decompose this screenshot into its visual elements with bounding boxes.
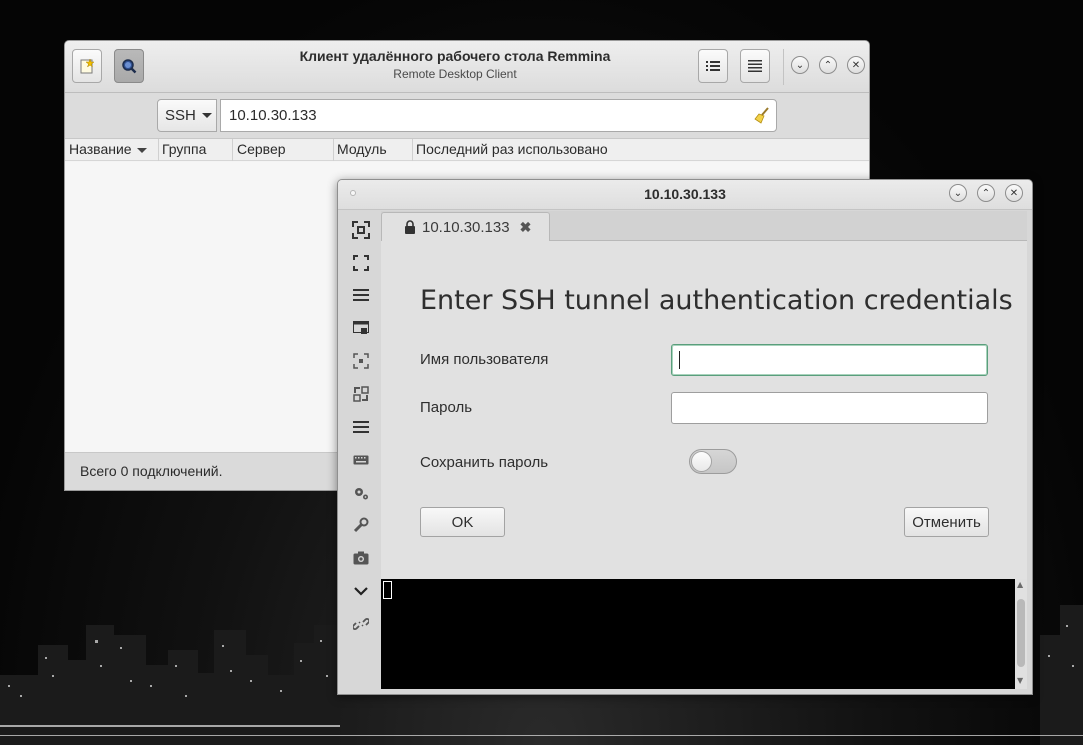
clear-broom-icon[interactable] [753,106,771,124]
close-icon: ✕ [851,59,861,71]
column-name[interactable]: Название [69,141,147,159]
search-toggle-button[interactable] [114,49,144,83]
server-input-value: 10.10.30.133 [229,107,317,124]
username-label: Имя пользователя [420,351,549,368]
sort-down-icon [136,147,147,153]
scroll-down-icon[interactable]: ▼ [1017,676,1023,685]
conn-close-button[interactable]: ✕ [1005,184,1023,202]
menu-icon [748,60,762,72]
toolbar-menu-button-2[interactable] [351,417,371,437]
ok-button[interactable]: OK [420,507,505,537]
cancel-button[interactable]: Отменить [904,507,989,537]
maximize-icon: ⌃ [823,59,833,71]
scale-expand-icon [353,386,369,402]
scale-expand-button[interactable] [351,384,371,404]
window-subtitle: Remote Desktop Client [393,67,517,81]
save-password-toggle[interactable] [689,449,737,474]
save-password-label: Сохранить пароль [420,454,549,471]
disconnect-button[interactable] [351,614,371,634]
column-divider [412,139,413,161]
screenshot-button[interactable] [351,548,371,568]
conn-minimize-button[interactable]: ⌄ [949,184,967,202]
fullscreen-button[interactable] [351,253,371,273]
window-title: Клиент удалённого рабочего стола Remmina [299,48,611,64]
ssh-auth-panel: Enter SSH tunnel authentication credenti… [381,241,1027,579]
username-field[interactable] [671,344,988,376]
fullscreen-icon [353,255,369,271]
maximize-button[interactable]: ⌃ [819,56,837,74]
minimize-chevron-icon [354,587,368,596]
maximize-icon: ⌃ [981,187,991,199]
terminal-cursor [383,581,392,599]
menu-lines-icon [353,289,369,301]
main-menu-button[interactable] [740,49,770,83]
view-toggle-button[interactable] [698,49,728,83]
scrollbar-thumb[interactable] [1017,599,1025,667]
column-divider [158,139,159,161]
menu-lines-icon-2 [353,421,369,433]
minimize-icon: ⌄ [795,59,805,71]
column-last-used[interactable]: Последний раз использовано [416,141,608,159]
search-icon [122,59,137,74]
connection-tab[interactable]: 10.10.30.133 ✖ [381,212,550,242]
main-header-bar: Клиент удалённого рабочего стола Remmina… [65,41,869,93]
protocol-select[interactable]: SSH [157,99,217,132]
terminal-scrollbar[interactable]: ▲ ▼ [1015,579,1027,689]
minimize-icon: ⌄ [953,187,963,199]
column-divider [232,139,233,161]
preferences-button[interactable] [351,483,371,503]
keyboard-grab-button[interactable] [351,450,371,470]
viewport-fullscreen-button[interactable] [351,220,371,240]
keyboard-icon [353,455,369,465]
text-caret [679,351,680,369]
tools-icon [353,517,369,533]
server-input[interactable]: 10.10.30.133 [220,99,777,132]
chevron-down-icon [201,113,212,118]
minimize-connection-button[interactable] [351,581,371,601]
close-button[interactable]: ✕ [847,56,865,74]
scale-fit-icon [353,353,369,369]
lock-icon [405,220,415,234]
close-icon: ✕ [1009,187,1019,199]
toolbar-menu-button[interactable] [351,285,371,305]
connection-tab-label: 10.10.30.133 [422,219,510,236]
auth-heading: Enter SSH tunnel authentication credenti… [420,285,1013,316]
scroll-up-icon[interactable]: ▲ [1017,580,1023,589]
tools-button[interactable] [351,515,371,535]
connection-window: 10.10.30.133 ⌄ ⌃ ✕ 10.10.30.133 ✖ Enter … [337,179,1033,695]
multi-monitor-button[interactable] [351,318,371,338]
connection-tab-strip: 10.10.30.133 ✖ [381,211,1027,242]
quick-connect-bar: SSH 10.10.30.133 [65,93,869,139]
disconnect-icon [353,618,369,630]
preferences-icon [355,488,368,500]
tab-close-icon[interactable]: ✖ [520,219,532,236]
connection-list-header: Название Группа Сервер Модуль Последний … [65,139,869,161]
connection-side-toolbar [338,210,380,694]
connection-header-bar: 10.10.30.133 ⌄ ⌃ ✕ [338,180,1032,210]
window-title-block: Клиент удалённого рабочего стола Remmina… [245,48,665,81]
toggle-knob [691,451,712,472]
list-view-icon [706,61,720,71]
protocol-select-value: SSH [165,107,196,124]
connection-window-title: 10.10.30.133 [644,186,726,202]
status-text: Всего 0 подключений. [80,463,223,479]
multi-monitor-icon [353,321,369,334]
scale-fit-button[interactable] [351,351,371,371]
column-plugin[interactable]: Модуль [337,141,387,159]
new-connection-button[interactable] [72,49,102,83]
screenshot-icon [353,551,369,565]
viewport-fullscreen-icon [352,221,370,239]
conn-maximize-button[interactable]: ⌃ [977,184,995,202]
column-server[interactable]: Сервер [237,141,286,159]
password-label: Пароль [420,399,473,416]
column-divider [333,139,334,161]
password-field[interactable] [671,392,988,424]
minimize-button[interactable]: ⌄ [791,56,809,74]
new-connection-icon [80,58,95,74]
header-separator [783,49,784,85]
column-group[interactable]: Группа [162,141,206,159]
ssh-terminal[interactable] [381,579,1015,689]
